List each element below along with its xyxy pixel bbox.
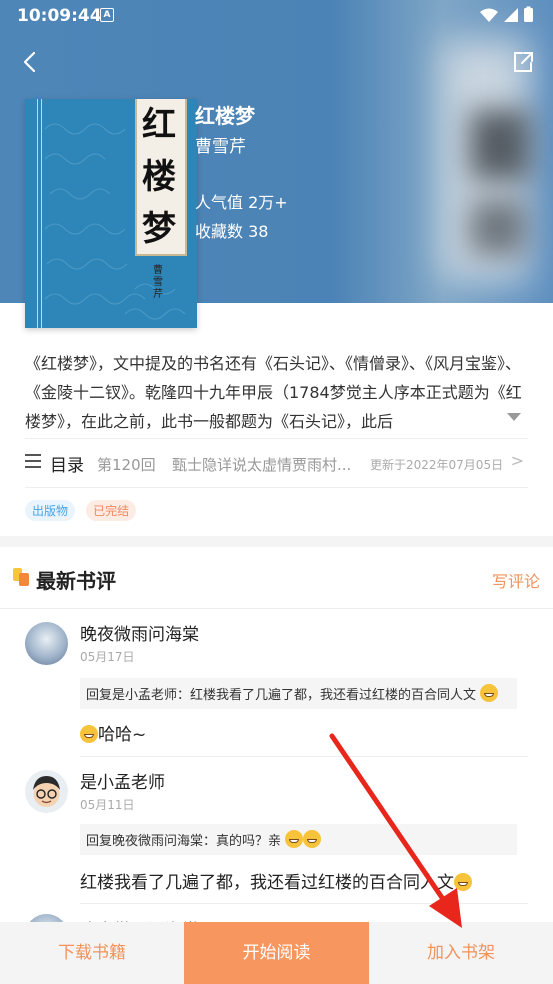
avatar[interactable] [25, 770, 68, 813]
reviews-title: 最新书评 [36, 569, 116, 593]
book-favorites: 收藏数 38 [195, 222, 269, 241]
notification-icon: A [100, 8, 114, 22]
share-icon[interactable] [511, 50, 535, 74]
book-title: 红楼梦 [195, 104, 255, 128]
review-date: 05月17日 [80, 650, 135, 664]
toc-row[interactable]: 目录 第120回 甄士隐详说太虚情贾雨村... 更新于2022年07月05日 > [25, 438, 528, 488]
reply-text: 回复晚夜微雨问海棠：真的吗？亲 [86, 834, 282, 849]
battery-icon [524, 8, 533, 22]
add-to-shelf-button[interactable]: 加入书架 [369, 922, 553, 984]
review-text: 哈哈~ [98, 725, 147, 745]
review-author[interactable]: 是小孟老师 [80, 768, 165, 793]
back-icon[interactable] [20, 50, 42, 74]
toc-chapter-name: 甄士隐详说太虚情贾雨村... [172, 456, 352, 474]
avatar[interactable] [25, 622, 68, 665]
reply-text: 回复是小孟老师：红楼我看了几遍了都，我还看过红楼的百合同人文 [86, 688, 477, 703]
toc-updated: 更新于2022年07月05日 [370, 458, 504, 472]
review-text: 红楼我看了几遍了都，我还看过红楼的百合同人文 [80, 873, 454, 893]
bottom-action-bar: 下载书籍 开始阅读 加入书架 [0, 922, 553, 984]
emoji-icon [80, 725, 98, 743]
emoji-icon [303, 830, 322, 848]
review-reply: 回复是小孟老师：红楼我看了几遍了都，我还看过红楼的百合同人文 [80, 678, 517, 709]
download-button[interactable]: 下载书籍 [0, 922, 184, 984]
emoji-icon [285, 830, 304, 848]
chevron-right-icon: > [510, 451, 524, 470]
tag-completed: 已完结 [86, 500, 137, 521]
write-review-button[interactable]: 写评论 [492, 568, 540, 592]
status-time: 10:09:44 [17, 6, 102, 26]
description-text: 《红楼梦》，文中提及的书名还有《石头记》、《情僧录》、《风月宝鉴》、《金陵十二钗… [25, 354, 522, 431]
emoji-icon [480, 684, 499, 702]
start-reading-button[interactable]: 开始阅读 [184, 922, 369, 984]
toc-label: 目录 [50, 456, 84, 476]
tag-list: 出版物 已完结 [25, 500, 142, 521]
review-section-icon [13, 568, 31, 586]
review-body: 哈哈~ [80, 720, 146, 745]
review-item[interactable]: 晚夜微雨问海棠 05月17日 回复是小孟老师：红楼我看了几遍了都，我还看过红楼的… [25, 622, 528, 747]
book-cover[interactable]: 红楼梦 曹雪芹 [25, 99, 197, 328]
review-body: 红楼我看了几遍了都，我还看过红楼的百合同人文 [80, 868, 472, 893]
review-divider [80, 903, 528, 904]
wifi-icon [480, 8, 498, 22]
book-popularity: 人气值 2万+ [195, 193, 288, 212]
review-item[interactable]: 是小孟老师 05月11日 回复晚夜微雨问海棠：真的吗？亲 红楼我看了几遍了都，我… [25, 770, 528, 895]
review-divider [80, 756, 528, 757]
review-date: 05月11日 [80, 798, 135, 812]
reviews-header: 最新书评 写评论 [0, 548, 553, 609]
review-author[interactable]: 晚夜微雨问海棠 [80, 620, 199, 645]
cover-title: 红楼梦 [142, 105, 176, 249]
system-icons [480, 6, 533, 22]
cover-author: 曹雪芹 [153, 265, 163, 300]
toc-chapter: 第120回 [97, 456, 156, 474]
status-bar: 10:09:44 A [0, 0, 553, 30]
tag-published: 出版物 [25, 500, 76, 521]
book-description[interactable]: 《红楼梦》，文中提及的书名还有《石头记》、《情僧录》、《风月宝鉴》、《金陵十二钗… [25, 349, 525, 436]
toc-list-icon [25, 454, 41, 472]
signal-icon [504, 8, 518, 22]
emoji-icon [454, 873, 472, 891]
book-author: 曹雪芹 [195, 137, 246, 157]
section-divider [0, 536, 553, 547]
expand-icon[interactable] [507, 413, 521, 421]
review-reply: 回复晚夜微雨问海棠：真的吗？亲 [80, 824, 517, 855]
